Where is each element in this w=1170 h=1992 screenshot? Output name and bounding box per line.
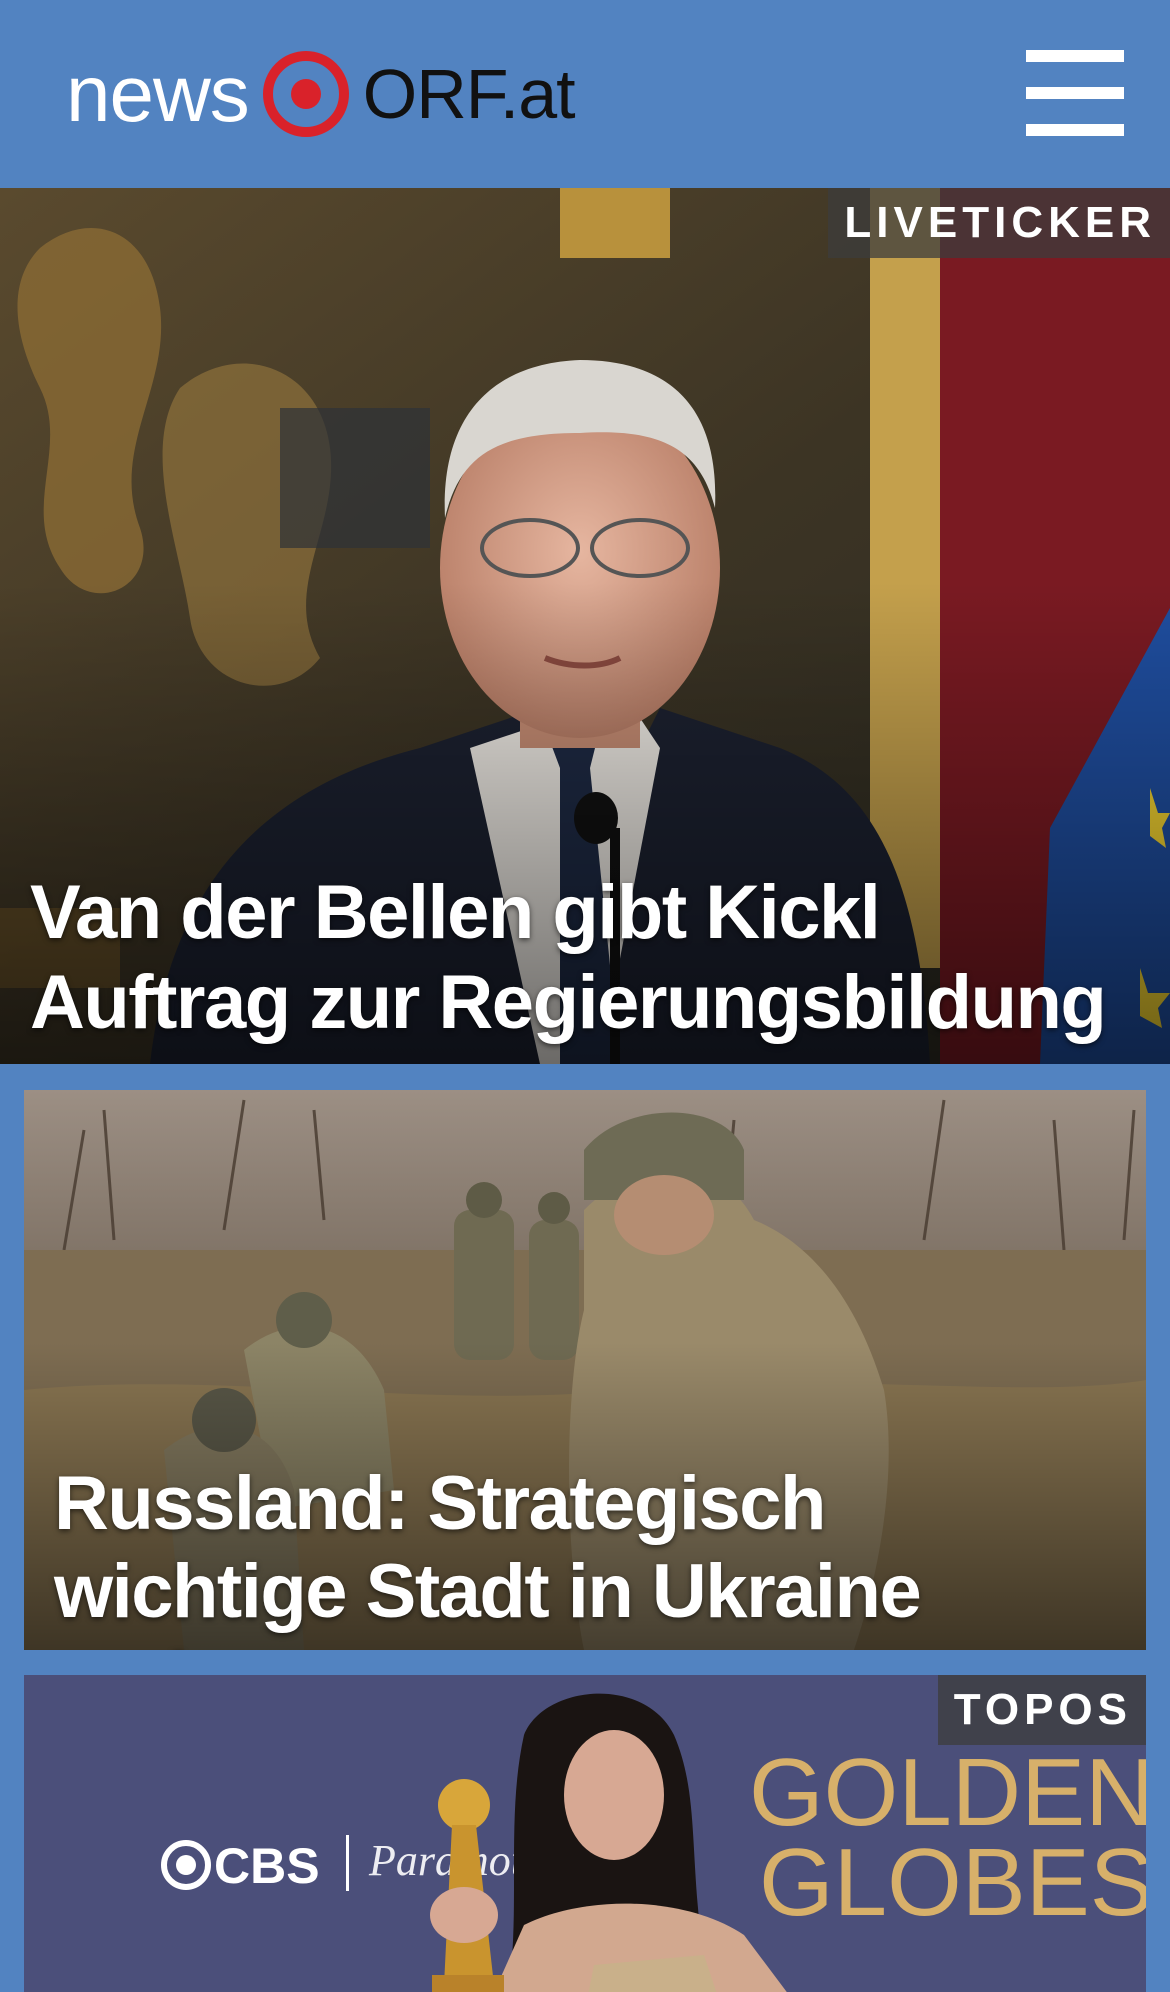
article-headline[interactable]: Van der Bellen gibt Kickl Auftrag zur Re… bbox=[30, 868, 1140, 1048]
app-header: news ORF.at bbox=[0, 0, 1170, 188]
article-card[interactable]: Russland: Strategisch wichtige Stadt in … bbox=[24, 1090, 1146, 1650]
menu-bar bbox=[1026, 124, 1124, 136]
cbs-logo-text: CBS bbox=[214, 1838, 320, 1894]
hamburger-menu-icon[interactable] bbox=[1026, 50, 1124, 136]
orf-target-icon bbox=[262, 51, 349, 137]
menu-bar bbox=[1026, 87, 1124, 99]
liveticker-badge: LIVETICKER bbox=[828, 188, 1170, 258]
logo-news-text: news bbox=[66, 49, 250, 138]
topos-badge: TOPOS bbox=[937, 1675, 1146, 1745]
news-orf-logo[interactable]: news ORF.at bbox=[66, 46, 576, 142]
page: news ORF.at LIVETICKER Van der Bellen gi… bbox=[0, 0, 1170, 1992]
logo-orf-text: ORF.at bbox=[362, 55, 576, 133]
article-headline[interactable]: Russland: Strategisch wichtige Stadt in … bbox=[54, 1460, 1114, 1650]
globes-text: GLOBES bbox=[759, 1829, 1146, 1936]
menu-bar bbox=[1026, 50, 1124, 62]
article-card[interactable]: CBS Paramount GOLDEN GLOBES TOPOS bbox=[24, 1675, 1146, 1992]
article-card-lead[interactable]: LIVETICKER Van der Bellen gibt Kickl Auf… bbox=[0, 188, 1170, 1064]
